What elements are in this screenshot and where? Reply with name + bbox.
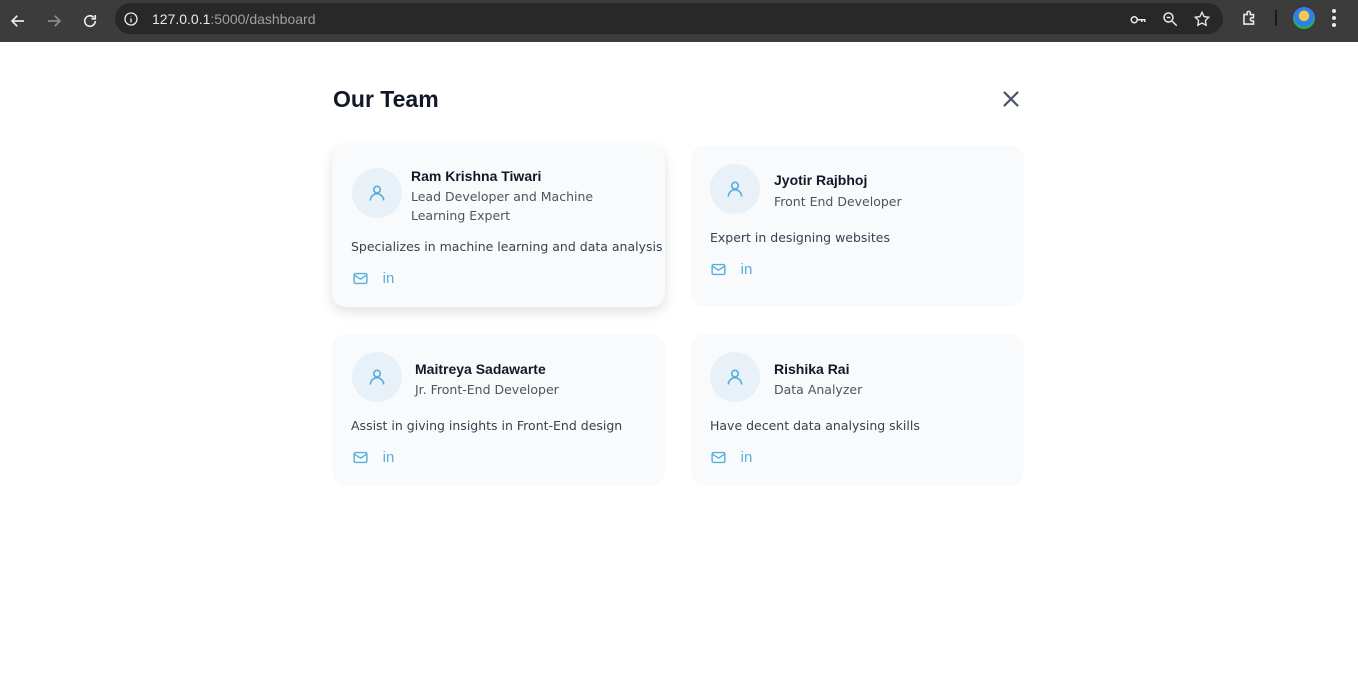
mail-icon[interactable] bbox=[710, 261, 727, 278]
social-links: in bbox=[352, 270, 397, 287]
team-card: Ram Krishna Tiwari Lead Developer and Ma… bbox=[332, 145, 665, 307]
menu-kebab-icon[interactable] bbox=[1331, 9, 1337, 27]
member-description: Assist in giving insights in Front-End d… bbox=[351, 418, 623, 433]
member-name: Maitreya Sadawarte bbox=[415, 361, 546, 377]
close-icon bbox=[1003, 91, 1019, 107]
member-role: Jr. Front-End Developer bbox=[415, 382, 559, 397]
user-icon bbox=[352, 352, 402, 402]
toolbar-divider bbox=[1275, 10, 1277, 26]
linkedin-icon[interactable]: in bbox=[380, 449, 397, 466]
linkedin-icon[interactable]: in bbox=[380, 270, 397, 287]
extensions-icon[interactable] bbox=[1238, 7, 1260, 29]
forward-button[interactable] bbox=[39, 6, 69, 36]
address-bar[interactable]: 127.0.0.1:5000/dashboard bbox=[115, 3, 1223, 34]
site-info-icon[interactable] bbox=[123, 11, 139, 27]
mail-icon[interactable] bbox=[352, 449, 369, 466]
user-icon bbox=[710, 352, 760, 402]
reload-button[interactable] bbox=[75, 6, 105, 36]
member-name: Jyotir Rajbhoj bbox=[774, 172, 868, 188]
member-role: Data Analyzer bbox=[774, 382, 863, 397]
team-card: Maitreya Sadawarte Jr. Front-End Develop… bbox=[332, 334, 665, 486]
social-links: in bbox=[710, 449, 755, 466]
member-name: Rishika Rai bbox=[774, 361, 850, 377]
url-text[interactable]: 127.0.0.1:5000/dashboard bbox=[152, 11, 315, 27]
mail-icon[interactable] bbox=[352, 270, 369, 287]
arrow-right-icon bbox=[48, 15, 62, 27]
team-card: Jyotir Rajbhoj Front End Developer Exper… bbox=[691, 145, 1024, 307]
browser-toolbar: 127.0.0.1:5000/dashboard bbox=[0, 0, 1358, 42]
team-card: Rishika Rai Data Analyzer Have decent da… bbox=[691, 334, 1024, 486]
close-button[interactable] bbox=[998, 86, 1024, 112]
member-name: Ram Krishna Tiwari bbox=[411, 168, 542, 184]
member-description: Have decent data analysing skills bbox=[710, 418, 920, 433]
member-description: Expert in designing websites bbox=[710, 230, 891, 245]
social-links: in bbox=[710, 261, 755, 278]
arrow-left-icon bbox=[10, 15, 24, 27]
profile-avatar[interactable] bbox=[1293, 7, 1315, 29]
back-button[interactable] bbox=[3, 6, 33, 36]
linkedin-icon[interactable]: in bbox=[738, 449, 755, 466]
key-icon[interactable] bbox=[1129, 10, 1147, 28]
linkedin-icon[interactable]: in bbox=[738, 261, 755, 278]
reload-icon bbox=[83, 14, 97, 28]
url-path: :5000/dashboard bbox=[210, 10, 316, 27]
member-description: Specializes in machine learning and data… bbox=[351, 239, 663, 254]
url-host: 127.0.0.1 bbox=[152, 10, 211, 27]
page-title: Our Team bbox=[333, 86, 439, 112]
social-links: in bbox=[352, 449, 397, 466]
mail-icon[interactable] bbox=[710, 449, 727, 466]
user-icon bbox=[352, 168, 402, 218]
bookmark-star-icon[interactable] bbox=[1193, 10, 1211, 28]
user-icon bbox=[710, 164, 760, 214]
zoom-icon[interactable] bbox=[1161, 10, 1179, 28]
member-role: Front End Developer bbox=[774, 194, 902, 209]
member-role: Lead Developer and Machine Learning Expe… bbox=[411, 189, 594, 223]
